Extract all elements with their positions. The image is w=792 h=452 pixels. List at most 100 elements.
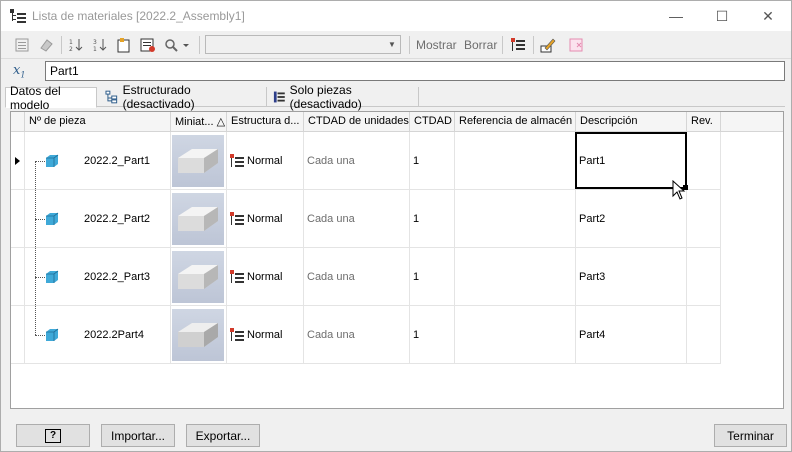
column-header-qty[interactable]: CTDAD (410, 112, 455, 132)
item-numbering-icon[interactable] (113, 34, 135, 56)
edit-properties-icon[interactable] (537, 34, 559, 56)
qty-cell[interactable]: 1 (410, 248, 455, 306)
rev-cell[interactable] (687, 132, 721, 190)
custom-iproperty-icon[interactable] (565, 34, 587, 56)
qty-cell[interactable]: 1 (410, 190, 455, 248)
view-combo[interactable]: ▼ (205, 35, 401, 54)
thumbnail-cell (171, 132, 227, 190)
structure-settings-icon[interactable] (507, 34, 529, 56)
description-cell[interactable]: Part3 (576, 248, 687, 306)
row-header[interactable] (11, 306, 25, 364)
part-icon (46, 270, 59, 283)
close-button[interactable]: ✕ (745, 1, 791, 31)
current-row-marker-icon (15, 157, 20, 165)
stock-ref-cell[interactable] (455, 190, 576, 248)
export-bom-icon[interactable] (11, 34, 33, 56)
help-icon: ? (45, 428, 61, 443)
formula-icon[interactable]: x1 (13, 63, 35, 81)
maximize-button[interactable]: ☐ (699, 1, 745, 31)
unit-qty-cell[interactable]: Cada una (304, 132, 410, 190)
stock-ref-cell[interactable] (455, 132, 576, 190)
svg-text:3: 3 (93, 39, 97, 46)
formula-input[interactable] (45, 61, 785, 81)
finish-button[interactable]: Terminar (714, 424, 787, 447)
title-bar: Lista de materiales [2022.2_Assembly1] —… (1, 1, 791, 31)
column-header-stock-ref[interactable]: Referencia de almacén (455, 112, 576, 132)
structure-cell[interactable]: Normal (227, 132, 304, 190)
thumbnail-cell (171, 190, 227, 248)
table-row[interactable]: 2022.2_Part2 Normal Cada una 1 Part2 (11, 190, 721, 248)
column-header-rev[interactable]: Rev. (687, 112, 721, 132)
part-number-cell[interactable]: 2022.2_Part3 (81, 248, 171, 306)
find-dropdown-icon[interactable] (161, 34, 193, 56)
table-row[interactable]: 2022.2Part4 Normal Cada una 1 Part4 (11, 306, 721, 364)
description-cell[interactable]: Part2 (576, 190, 687, 248)
column-header-structure[interactable]: Estructura d... (227, 112, 304, 132)
structured-tree-icon (105, 90, 118, 104)
export-button[interactable]: Exportar... (186, 424, 260, 447)
tab-parts-only[interactable]: Solo piezas (desactivado) (269, 83, 419, 111)
description-cell[interactable]: Part4 (576, 306, 687, 364)
tab-structured[interactable]: Estructurado (desactivado) (101, 83, 267, 111)
part-thumbnail-image (172, 135, 224, 187)
part-icon (46, 154, 59, 167)
unit-qty-cell[interactable]: Cada una (304, 248, 410, 306)
row-header[interactable] (11, 248, 25, 306)
stock-ref-cell[interactable] (455, 248, 576, 306)
structure-cell[interactable]: Normal (227, 190, 304, 248)
svg-text:1: 1 (69, 39, 73, 46)
chevron-down-icon[interactable]: ▼ (386, 38, 398, 51)
grid-header: Nº de pieza Miniat... △ Estructura d... … (11, 112, 783, 132)
unit-qty-cell[interactable]: Cada una (304, 306, 410, 364)
structure-cell[interactable]: Normal (227, 306, 304, 364)
bom-grid: Nº de pieza Miniat... △ Estructura d... … (10, 111, 784, 409)
rev-cell[interactable] (687, 190, 721, 248)
tab-model-data[interactable]: Datos del modelo (5, 84, 97, 112)
column-header-description[interactable]: Descripción (576, 112, 687, 132)
sort-ascending-icon[interactable]: 12 (65, 34, 87, 56)
import-button[interactable]: Importar... (101, 424, 175, 447)
stock-ref-cell[interactable] (455, 306, 576, 364)
bom-window: Lista de materiales [2022.2_Assembly1] —… (0, 0, 792, 452)
selected-cell-outline (575, 132, 687, 189)
part-number-cell[interactable]: 2022.2_Part1 (81, 132, 171, 190)
part-number-cell[interactable]: 2022.2_Part2 (81, 190, 171, 248)
column-header-unit-qty[interactable]: CTDAD de unidades (304, 112, 410, 132)
row-header[interactable] (11, 132, 25, 190)
eraser-icon[interactable] (35, 34, 57, 56)
table-row[interactable]: 2022.2_Part3 Normal Cada una 1 Part3 (11, 248, 721, 306)
column-header-thumbnail[interactable]: Miniat... △ (171, 112, 227, 132)
help-button[interactable]: ? (16, 424, 90, 447)
sort-descending-icon[interactable]: 31 (89, 34, 111, 56)
part-thumbnail-image (172, 309, 224, 361)
toolbar: 12 31 ▼ Mostrar Borrar (1, 31, 791, 59)
svg-text:1: 1 (93, 46, 97, 53)
row-header-corner (11, 112, 25, 132)
rev-cell[interactable] (687, 306, 721, 364)
show-button[interactable]: Mostrar (416, 38, 457, 52)
rev-cell[interactable] (687, 248, 721, 306)
qty-cell[interactable]: 1 (410, 132, 455, 190)
mouse-cursor-icon (672, 180, 686, 200)
structure-normal-icon (230, 270, 244, 283)
tab-bar: Datos del modelo Estructurado (desactiva… (5, 83, 785, 112)
minimize-button[interactable]: — (653, 1, 699, 31)
svg-text:2: 2 (69, 46, 73, 53)
thumbnail-cell (171, 306, 227, 364)
qty-cell[interactable]: 1 (410, 306, 455, 364)
part-icon (46, 212, 59, 225)
formula-bar: x1 (1, 59, 791, 85)
column-header-part-number[interactable]: Nº de pieza (25, 112, 171, 132)
unit-qty-cell[interactable]: Cada una (304, 190, 410, 248)
structure-normal-icon (230, 212, 244, 225)
clear-button[interactable]: Borrar (464, 38, 497, 52)
part-icon (46, 328, 59, 341)
structure-normal-icon (230, 328, 244, 341)
row-header[interactable] (11, 190, 25, 248)
window-title: Lista de materiales [2022.2_Assembly1] (32, 9, 245, 23)
structure-cell[interactable]: Normal (227, 248, 304, 306)
renumber-icon[interactable] (137, 34, 159, 56)
parts-list-icon (273, 91, 285, 103)
structure-normal-icon (230, 154, 244, 167)
part-number-cell[interactable]: 2022.2Part4 (81, 306, 171, 364)
